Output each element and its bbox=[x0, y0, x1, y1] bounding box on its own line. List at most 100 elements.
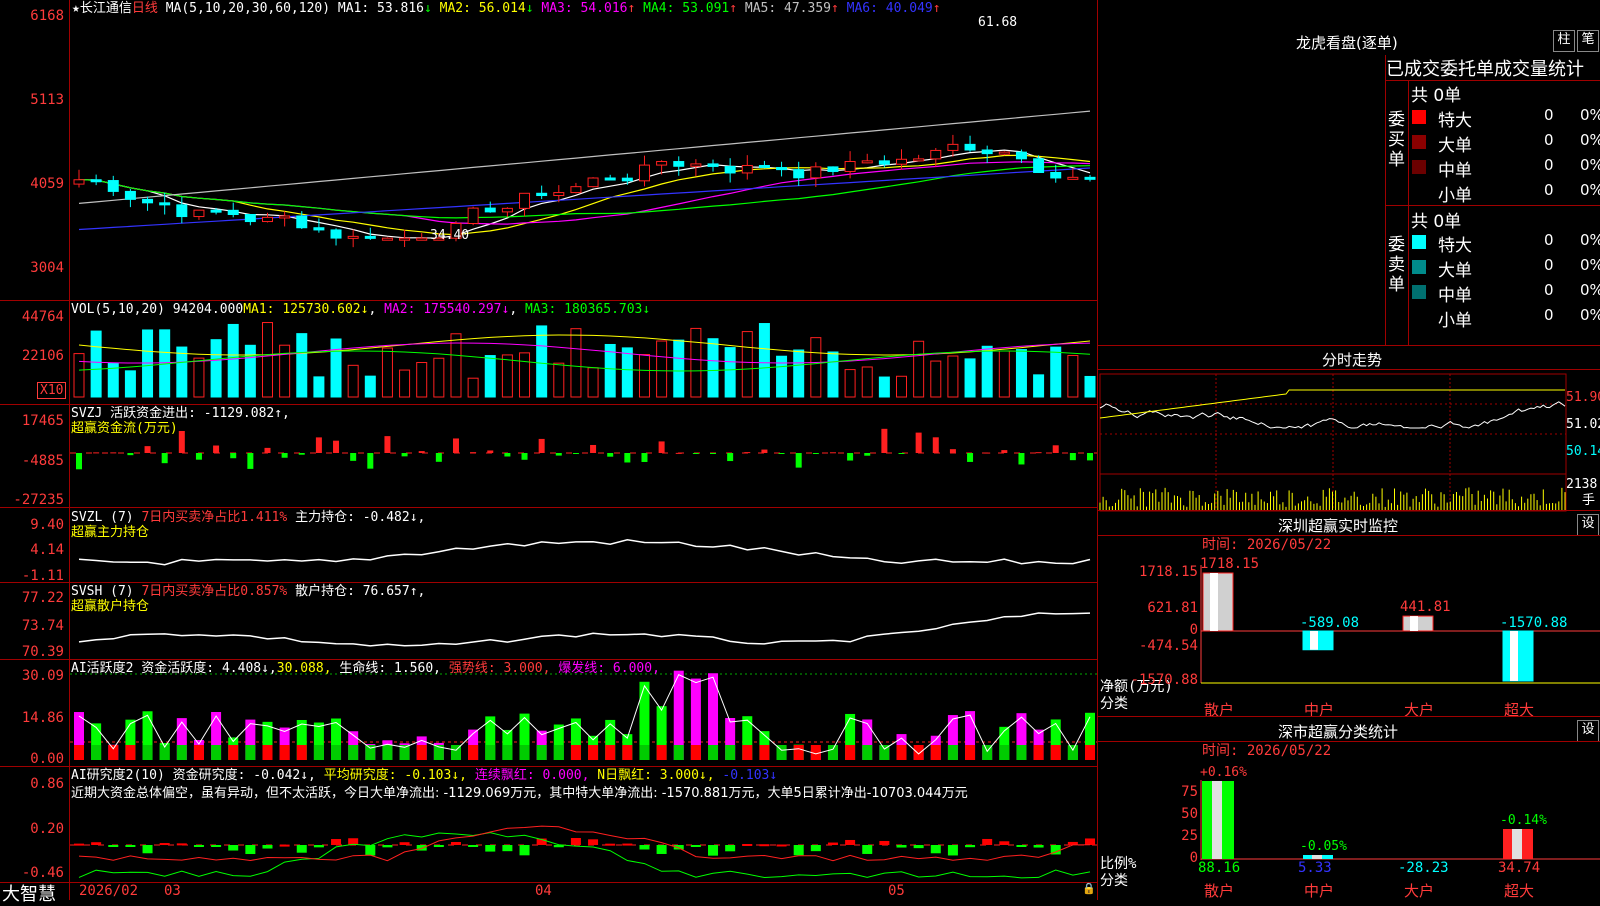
ai1-base-bar bbox=[690, 745, 701, 760]
ai2-bar-down bbox=[725, 845, 736, 852]
candle-down bbox=[707, 163, 719, 167]
candle-down bbox=[227, 209, 239, 216]
volume-bar bbox=[1067, 354, 1079, 398]
ai1-header: AI活跃度2 资金活跃度: 4.408↓,30.088, 生命线: 1.560,… bbox=[71, 661, 660, 676]
vol-unit-badge: X10 bbox=[37, 382, 67, 399]
monitor-bar-2 bbox=[1402, 615, 1434, 632]
xaxis-label-3: 05 bbox=[888, 883, 905, 899]
buy-side-label: 委买单 bbox=[1388, 110, 1405, 170]
sell-row-name-2: 中单 bbox=[1438, 286, 1472, 306]
monitor-top-line bbox=[1098, 510, 1600, 511]
stock-name: 长江通信 bbox=[79, 1, 132, 16]
monitor-ytick-2: 0 bbox=[1189, 622, 1198, 638]
svzj-bar-up bbox=[881, 428, 888, 453]
main-chart-canvas[interactable] bbox=[0, 0, 1098, 900]
sell-row-name-3: 小单 bbox=[1438, 311, 1472, 331]
candle-down bbox=[536, 192, 548, 197]
volume-bar bbox=[690, 327, 702, 398]
volume-bar bbox=[656, 340, 668, 398]
class-bar-1 bbox=[1303, 855, 1333, 859]
ai1-base-bar bbox=[999, 745, 1010, 760]
svzj-bar-down bbox=[864, 453, 871, 456]
xaxis-label-0: 2026/02 bbox=[79, 883, 139, 899]
ma-line-6 bbox=[78, 167, 1091, 231]
tick-view-button[interactable]: 笔 bbox=[1577, 30, 1599, 52]
ai1-base-bar bbox=[570, 745, 581, 760]
candle-down bbox=[296, 215, 308, 229]
candle-down bbox=[176, 204, 188, 218]
svzl-ratio: 7日内买卖净占比1.411% bbox=[141, 510, 288, 525]
sell-row-count-0: 0 bbox=[1544, 231, 1554, 249]
kline-ytick-2: 4059 bbox=[30, 176, 64, 192]
monitor-bar-highlight-1 bbox=[1310, 631, 1318, 650]
ai1-base-bar bbox=[1067, 745, 1078, 760]
sell-row-name-0: 特大 bbox=[1438, 236, 1472, 256]
candle-up bbox=[193, 209, 205, 218]
buy-row-name-3: 小单 bbox=[1438, 186, 1472, 206]
stats-mid-line bbox=[1385, 205, 1600, 206]
class-pct-1: -0.05% bbox=[1300, 839, 1347, 854]
ai2-bar-down bbox=[708, 845, 719, 856]
svzj-bar-down bbox=[350, 453, 357, 461]
ai2-bar-down bbox=[313, 845, 324, 848]
candle-down bbox=[604, 177, 616, 181]
monitor-title: 深圳超赢实时监控 bbox=[1278, 517, 1399, 535]
candle-down bbox=[244, 214, 256, 223]
stats-vline-2 bbox=[1408, 80, 1409, 345]
class-settings-button[interactable]: 设 bbox=[1577, 720, 1599, 742]
candle-up bbox=[1067, 176, 1079, 180]
svzj-bar-down bbox=[435, 453, 442, 462]
candle-down bbox=[210, 209, 222, 213]
ma-value-3: MA3: 54.016 bbox=[533, 1, 628, 16]
ai1-label: AI活跃度2 资金活跃度: 4.408↓, bbox=[71, 661, 277, 676]
svzj-bar-down bbox=[847, 453, 854, 461]
ai2-avg-line bbox=[78, 832, 1091, 879]
svzj-bar-down bbox=[127, 453, 134, 456]
svzj-bar-down bbox=[76, 453, 82, 470]
svzj-bar-down bbox=[641, 453, 648, 462]
svzj-bar-down bbox=[692, 453, 699, 454]
ai1-base-bar bbox=[913, 745, 924, 760]
column-view-button[interactable]: 柱 bbox=[1553, 30, 1575, 52]
ai2-bar-down bbox=[296, 845, 307, 853]
volume-bar bbox=[330, 338, 342, 398]
ai2-bar-down bbox=[810, 845, 821, 852]
ai2-bar-down bbox=[228, 845, 239, 851]
vol-header: VOL(5,10,20) 94204.000MA1: 125730.602↓, … bbox=[71, 302, 651, 317]
ai1-base-bar bbox=[108, 745, 119, 760]
volume-bar bbox=[741, 331, 753, 398]
lock-icon[interactable]: 🔒 bbox=[1082, 882, 1096, 895]
ai1-base-bar bbox=[125, 745, 136, 760]
monitor-bar-3 bbox=[1502, 630, 1534, 682]
svzj-bar-up bbox=[418, 451, 425, 453]
candle-down bbox=[621, 177, 633, 182]
volume-bar bbox=[981, 345, 993, 398]
ai2-bar-up bbox=[570, 838, 581, 845]
kline-ytick-1: 5113 bbox=[30, 92, 64, 108]
fenshi-avg-line bbox=[1099, 389, 1565, 419]
star-icon[interactable]: ★ bbox=[72, 1, 80, 16]
class-value-1: 5.33 bbox=[1298, 860, 1332, 876]
candle-up bbox=[638, 164, 650, 182]
svzj-bar-up bbox=[658, 441, 665, 453]
sell-row-count-2: 0 bbox=[1544, 281, 1554, 299]
ai2-bar-down bbox=[519, 845, 530, 856]
monitor-value-3: -1570.88 bbox=[1500, 615, 1568, 631]
svsh-holding: 散户持仓: 76.657↑, bbox=[295, 584, 426, 599]
ai2-bar-up bbox=[588, 839, 599, 845]
volume-bar bbox=[827, 351, 839, 398]
svzj-bar-down bbox=[1069, 453, 1076, 461]
candle-down bbox=[981, 149, 993, 155]
ai2-bar-up bbox=[279, 844, 290, 847]
period-label[interactable]: 日线 bbox=[132, 1, 158, 16]
svsh-ytick-0: 77.22 bbox=[21, 590, 64, 606]
monitor-settings-button[interactable]: 设 bbox=[1577, 514, 1599, 536]
ai1-base-bar bbox=[947, 745, 958, 760]
candle-down bbox=[1084, 176, 1096, 180]
sell-row-swatch-2 bbox=[1412, 285, 1426, 299]
ai1-base-bar bbox=[622, 745, 633, 760]
ai2-header: AI研究度2(10) 资金研究度: -0.042↓, 平均研究度: -0.103… bbox=[71, 768, 777, 783]
ai1-base-bar bbox=[553, 745, 564, 760]
ai1-base-bar bbox=[91, 745, 102, 760]
volume-bar bbox=[947, 355, 959, 398]
